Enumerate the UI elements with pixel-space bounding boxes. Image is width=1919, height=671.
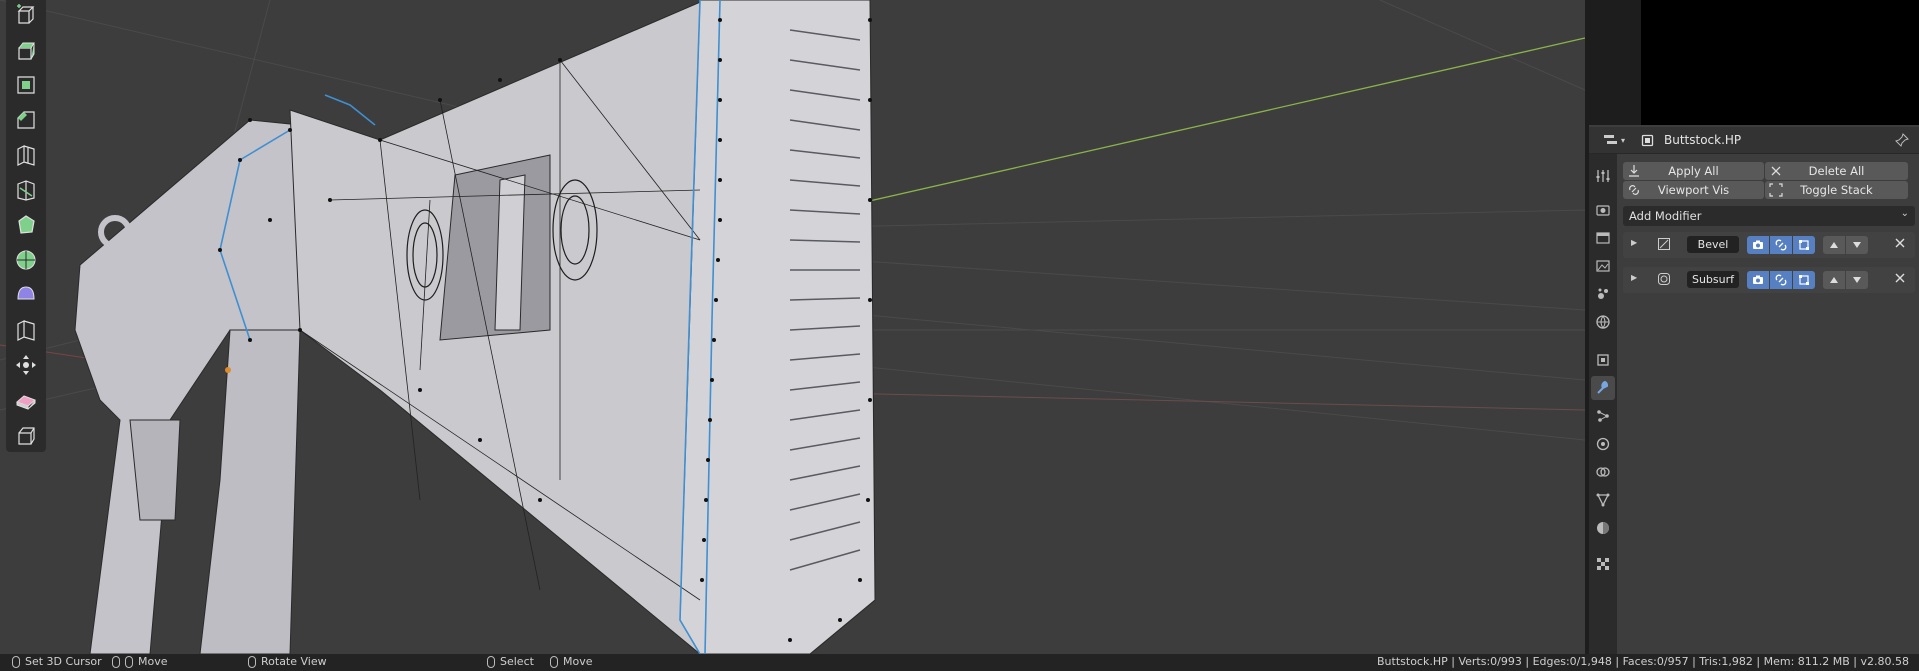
object-icon[interactable] — [1591, 348, 1615, 372]
texture-icon[interactable] — [1591, 552, 1615, 576]
edge-slide-icon[interactable] — [10, 315, 42, 345]
shear-icon[interactable] — [10, 385, 42, 415]
pin-icon[interactable] — [1895, 133, 1909, 147]
move-down-icon[interactable] — [1846, 236, 1868, 254]
status-hint-label: Set 3D Cursor — [25, 655, 102, 668]
add-modifier-dropdown[interactable]: Add Modifier ⌄ — [1623, 206, 1915, 226]
status-hint-move-2: Move — [550, 655, 593, 668]
camera-icon[interactable] — [1747, 271, 1769, 289]
status-hint-set-cursor: Set 3D Cursor — [12, 655, 102, 668]
apply-all-button[interactable]: Apply All — [1623, 162, 1764, 180]
material-icon[interactable] — [1591, 516, 1615, 540]
modifier-subsurf: ▶ Subsurf — [1623, 267, 1915, 293]
viewport-vis-button[interactable]: Viewport Vis — [1623, 181, 1764, 199]
mouse-right-icon — [550, 655, 558, 668]
render-icon[interactable] — [1591, 198, 1615, 222]
editmode-icon[interactable] — [1793, 271, 1815, 289]
scene-icon[interactable] — [1591, 282, 1615, 306]
move-up-icon[interactable] — [1823, 271, 1845, 289]
output-icon[interactable] — [1591, 226, 1615, 250]
particles-icon[interactable] — [1591, 404, 1615, 428]
mouse-icon — [125, 655, 133, 668]
toggle-stack-button[interactable]: Toggle Stack — [1765, 181, 1908, 199]
status-hint-label: Rotate View — [261, 655, 327, 668]
move-down-icon[interactable] — [1846, 271, 1868, 289]
shrink-fatten-icon[interactable] — [10, 350, 42, 380]
realtime-link-icon[interactable] — [1770, 271, 1792, 289]
spin-icon[interactable] — [10, 245, 42, 275]
delete-all-button[interactable]: Delete All — [1765, 162, 1908, 180]
constraints-icon[interactable] — [1591, 460, 1615, 484]
bevel-modifier-icon — [1657, 237, 1671, 254]
close-icon[interactable] — [1893, 236, 1907, 253]
object-icon — [1641, 134, 1654, 147]
modifier-bevel: ▶ Bevel — [1623, 232, 1915, 258]
poly-build-icon[interactable] — [10, 210, 42, 240]
camera-icon[interactable] — [1747, 236, 1769, 254]
mouse-icon — [112, 655, 120, 668]
editor-type-icon[interactable]: ▾ — [1603, 133, 1629, 147]
smooth-icon[interactable] — [10, 280, 42, 310]
mouse-left-icon — [12, 655, 20, 668]
inset-faces-icon[interactable] — [10, 70, 42, 100]
delete-all-label: Delete All — [1808, 164, 1865, 178]
status-bar: Set 3D Cursor Move Rotate View Select Mo… — [0, 654, 1919, 671]
status-hint-select: Select — [487, 655, 534, 668]
status-hint-label: Select — [500, 655, 534, 668]
tool-shelf — [6, 0, 46, 452]
knife-icon[interactable] — [10, 175, 42, 205]
world-icon[interactable] — [1591, 310, 1615, 334]
apply-all-label: Apply All — [1668, 164, 1719, 178]
render-preview — [1589, 0, 1919, 125]
object-name: Buttstock.HP — [1664, 133, 1742, 147]
modifier-name-field[interactable]: Bevel — [1687, 236, 1739, 253]
move-up-icon[interactable] — [1823, 236, 1845, 254]
expand-arrow-icon[interactable]: ▶ — [1631, 238, 1637, 247]
loop-cut-icon[interactable] — [10, 140, 42, 170]
subsurf-modifier-icon — [1657, 272, 1671, 289]
tool-icon[interactable] — [1591, 164, 1615, 188]
properties-tabs — [1589, 154, 1617, 654]
status-hint-label: Move — [563, 655, 593, 668]
chevron-down-icon: ⌄ — [1900, 208, 1909, 219]
properties-header: ▾ Buttstock.HP — [1589, 127, 1919, 154]
toggle-stack-label: Toggle Stack — [1800, 183, 1873, 197]
data-icon[interactable] — [1591, 488, 1615, 512]
close-icon[interactable] — [1893, 271, 1907, 288]
3d-viewport[interactable] — [0, 0, 1585, 654]
modifier-name-field[interactable]: Subsurf — [1687, 271, 1739, 288]
view-layer-icon[interactable] — [1591, 254, 1615, 278]
add-cube-icon[interactable] — [10, 0, 42, 30]
x-axis-line — [829, 37, 1585, 211]
status-hint-rotate: Rotate View — [248, 655, 327, 668]
modifier-panel: Apply All Delete All Viewport Vis Toggle… — [1617, 154, 1919, 654]
preview-image — [1641, 0, 1919, 125]
expand-arrow-icon[interactable]: ▶ — [1631, 273, 1637, 282]
mesh-scene[interactable] — [0, 0, 1585, 654]
modifier-icon[interactable] — [1591, 376, 1615, 400]
mouse-left-icon — [487, 655, 495, 668]
bevel-icon[interactable] — [10, 105, 42, 135]
status-hint-label: Move — [138, 655, 168, 668]
scene-statistics: Buttstock.HP | Verts:0/993 | Edges:0/1,9… — [1377, 655, 1909, 668]
add-modifier-label: Add Modifier — [1629, 209, 1702, 223]
rip-region-icon[interactable] — [10, 420, 42, 450]
properties-area: ▾ Buttstock.HP Apply All Delete All View… — [1589, 0, 1919, 654]
editmode-icon[interactable] — [1793, 236, 1815, 254]
status-hint-move: Move — [112, 655, 168, 668]
physics-icon[interactable] — [1591, 432, 1615, 456]
mouse-middle-icon — [248, 655, 256, 668]
viewport-vis-label: Viewport Vis — [1657, 183, 1730, 197]
realtime-link-icon[interactable] — [1770, 236, 1792, 254]
extrude-region-icon[interactable] — [10, 35, 42, 65]
object-origin — [225, 367, 231, 373]
